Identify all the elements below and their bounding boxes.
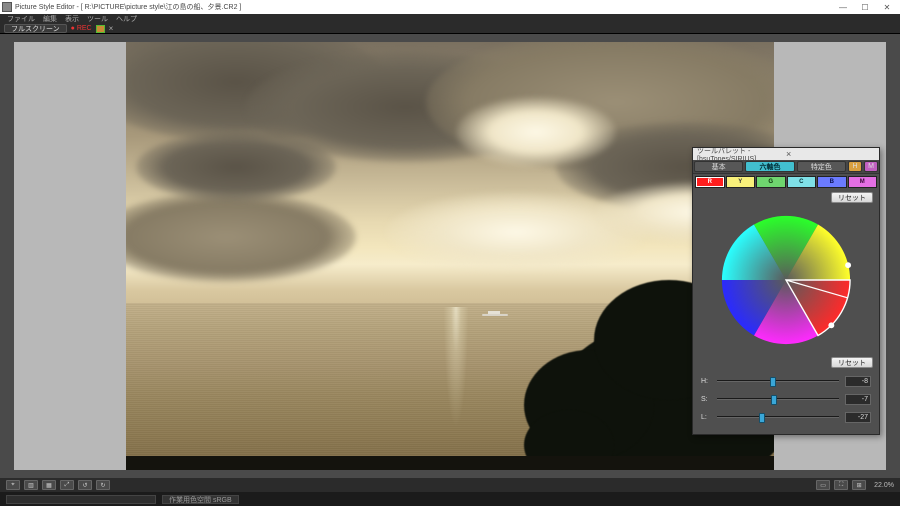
tab-basic[interactable]: 基本: [694, 161, 743, 172]
slider-s-value[interactable]: -7: [845, 394, 871, 405]
menu-tools[interactable]: ツール: [84, 14, 111, 24]
slider-h-thumb[interactable]: [770, 377, 776, 387]
slider-l-label: L:: [701, 414, 711, 421]
status-bar: 作業用色空間 sRGB: [0, 492, 900, 506]
slider-s-label: S:: [701, 396, 711, 403]
swatch-c[interactable]: C: [787, 176, 817, 188]
palette-titlebar[interactable]: ツールパレット - [hsuTones/SIRIUS] ×: [693, 148, 879, 160]
photo-canvas[interactable]: [126, 42, 774, 470]
palette-title: ツールパレット - [hsuTones/SIRIUS]: [697, 146, 783, 163]
status-message: 作業用色空間 sRGB: [162, 495, 239, 504]
cloud: [456, 97, 616, 167]
tool-pointer[interactable]: ⌖: [6, 480, 20, 490]
slider-l-thumb[interactable]: [759, 413, 765, 423]
tab-specific[interactable]: 特定色: [797, 161, 846, 172]
swatch-row: RYGCBM: [695, 176, 877, 188]
cloud: [136, 132, 336, 202]
hsl-sliders: H: -8 S: -7 L: -27: [693, 370, 879, 434]
menu-help[interactable]: ヘルプ: [113, 14, 140, 24]
window-title: Picture Style Editor - [ R:\PICTURE\pict…: [15, 2, 832, 12]
tool-rotate-cw[interactable]: ↻: [96, 480, 110, 490]
palette-tabs: 基本 六軸色 特定色 H M: [693, 160, 879, 174]
slider-l-track[interactable]: [717, 416, 839, 418]
tool-view-c[interactable]: ⊞: [852, 480, 866, 490]
tool-grid-b[interactable]: ▦: [42, 480, 56, 490]
tab-close-button[interactable]: ×: [109, 24, 114, 33]
mini-m-button[interactable]: M: [864, 161, 878, 172]
window-maximize-button[interactable]: ☐: [854, 1, 876, 13]
tool-view-a[interactable]: ▭: [816, 480, 830, 490]
slider-h-value[interactable]: -8: [845, 376, 871, 387]
bottom-foreground: [126, 456, 774, 470]
window-close-button[interactable]: ✕: [876, 1, 898, 13]
document-tab-icon[interactable]: [96, 25, 105, 33]
sun-glint: [443, 307, 470, 437]
menu-view[interactable]: 表示: [62, 14, 82, 24]
palette-close-button[interactable]: ×: [783, 149, 875, 159]
swatch-b[interactable]: B: [817, 176, 847, 188]
color-wheel[interactable]: [717, 211, 855, 349]
tool-view-b[interactable]: ⛶: [834, 480, 848, 490]
mini-h-button[interactable]: H: [848, 161, 862, 172]
window-titlebar: Picture Style Editor - [ R:\PICTURE\pict…: [0, 0, 900, 14]
slider-s-track[interactable]: [717, 398, 839, 400]
app-icon: [2, 2, 12, 12]
slider-s-thumb[interactable]: [771, 395, 777, 405]
fullscreen-button[interactable]: フルスクリーン: [4, 24, 67, 33]
menu-file[interactable]: ファイル: [4, 14, 38, 24]
swatch-r[interactable]: R: [695, 176, 725, 188]
tool-rotate-ccw[interactable]: ↺: [78, 480, 92, 490]
tool-grid-a[interactable]: ▥: [24, 480, 38, 490]
reset-wheel-button[interactable]: リセット: [831, 192, 873, 203]
bottom-toolbar: ⌖ ▥ ▦ ⤢ ↺ ↻ ▭ ⛶ ⊞ 22.0%: [0, 478, 900, 492]
swatch-y[interactable]: Y: [726, 176, 756, 188]
swatch-g[interactable]: G: [756, 176, 786, 188]
slider-h-track[interactable]: [717, 380, 839, 382]
slider-l-value[interactable]: -27: [845, 412, 871, 423]
swatch-m[interactable]: M: [848, 176, 878, 188]
menu-edit[interactable]: 編集: [40, 14, 60, 24]
wheel-handle-a[interactable]: [845, 262, 851, 268]
slider-h-label: H:: [701, 378, 711, 385]
wheel-handle-b[interactable]: [828, 322, 834, 328]
record-indicator[interactable]: ● REC: [71, 25, 92, 32]
tool-fit[interactable]: ⤢: [60, 480, 74, 490]
work-area: ツールパレット - [hsuTones/SIRIUS] × 基本 六軸色 特定色…: [0, 34, 900, 478]
ship: [482, 310, 508, 316]
tab-six-axis[interactable]: 六軸色: [745, 161, 794, 172]
reset-sliders-button[interactable]: リセット: [831, 357, 873, 368]
tool-palette[interactable]: ツールパレット - [hsuTones/SIRIUS] × 基本 六軸色 特定色…: [692, 147, 880, 435]
tab-strip: フルスクリーン ● REC ×: [0, 24, 900, 34]
status-box: [6, 495, 156, 504]
zoom-level[interactable]: 22.0%: [874, 482, 894, 489]
window-minimize-button[interactable]: —: [832, 1, 854, 13]
menubar: ファイル 編集 表示 ツール ヘルプ: [0, 14, 900, 24]
